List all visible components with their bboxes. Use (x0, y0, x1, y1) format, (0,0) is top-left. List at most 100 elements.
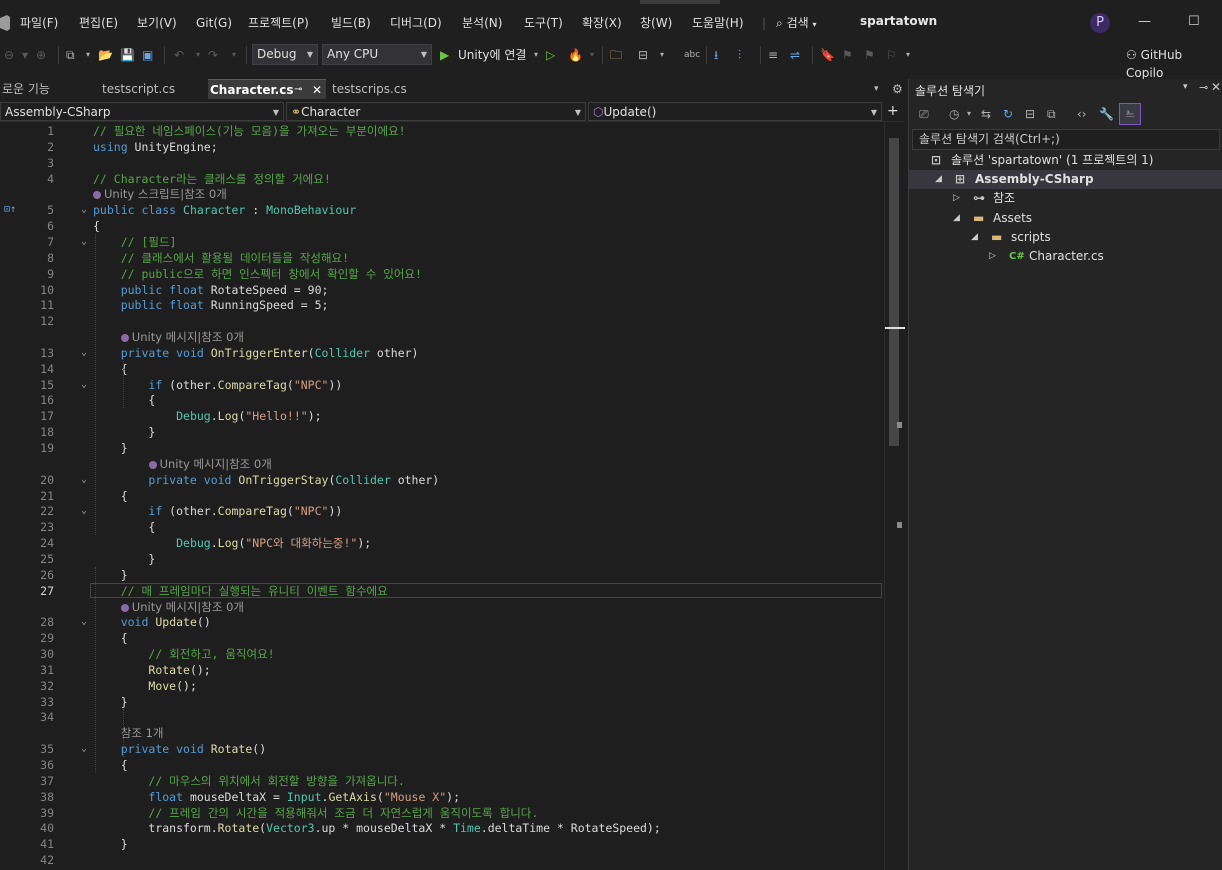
code-line[interactable]: 32 Move(); (0, 678, 884, 694)
fold-toggle-icon[interactable]: ⌄ (81, 234, 87, 250)
expanded-arrow-icon[interactable]: ◢ (935, 170, 942, 189)
codelens-row[interactable]: 참조 1개 (0, 725, 884, 741)
maximize-button[interactable]: ☐ (1188, 14, 1200, 29)
switch-views-icon[interactable]: ⎚ (919, 105, 929, 123)
fold-toggle-icon[interactable]: ⌄ (81, 741, 87, 757)
start-without-debugging-icon[interactable]: ▷ (546, 46, 555, 64)
tree-item[interactable]: ▷ C# Character.cs (909, 247, 1222, 266)
browse-folder-icon[interactable]: 🗀 (610, 46, 622, 64)
back-nav-icon[interactable]: ⊖ (4, 46, 14, 64)
show-all-files-icon[interactable]: ⧉ (1047, 105, 1056, 123)
minimize-button[interactable]: — (1138, 14, 1151, 29)
layout-icon[interactable]: ⊟ (638, 46, 648, 64)
comment-lines-icon[interactable]: ≡ (768, 46, 778, 64)
scrollbar-thumb[interactable] (889, 138, 899, 446)
history-icon[interactable]: ◷ (949, 105, 959, 123)
menu-item[interactable]: 창(W) (640, 14, 672, 32)
pin-icon[interactable]: ⊸ (294, 80, 302, 100)
tab-list-dropdown-icon[interactable]: ▾ (872, 79, 879, 99)
code-line[interactable]: 17 Debug.Log("Hello!!"); (0, 408, 884, 424)
code-line[interactable]: 41 } (0, 836, 884, 852)
code-line[interactable]: 34 (0, 709, 884, 725)
collapsed-arrow-icon[interactable]: ▷ (953, 189, 960, 208)
tree-item[interactable]: ⊡ 솔루션 'spartatown' (1 프로젝트의 1) (909, 151, 1222, 170)
chevron-down-icon[interactable]: ▾ (660, 46, 664, 64)
codelens-text[interactable]: Unity 메시지|참조 0개 (132, 330, 244, 344)
panel-options-icon[interactable]: ▾ (1183, 82, 1188, 92)
close-icon[interactable]: ✕ (312, 80, 322, 100)
close-icon[interactable]: ✕ (1211, 80, 1221, 94)
tree-item[interactable]: ◢ ⊞ Assembly-CSharp (909, 170, 1222, 190)
codelens-row[interactable]: Unity 스크립트|참조 0개 (0, 186, 884, 202)
collapse-all-icon[interactable]: ⊟ (1025, 105, 1035, 123)
menu-item[interactable]: 확장(X) (582, 14, 622, 32)
hot-reload-icon[interactable]: 🔥 (568, 46, 583, 64)
new-project-icon[interactable]: ⧉ (66, 46, 75, 64)
code-line[interactable]: 39 // 프레임 간의 시간을 적용해줘서 조금 더 자연스럽게 움직이도록 … (0, 805, 884, 821)
code-line[interactable]: 35 ⌄ private void Rotate() (0, 741, 884, 757)
breakpoints-icon[interactable]: ⫶ (738, 46, 741, 64)
properties-icon[interactable]: 🔧 (1099, 105, 1114, 123)
code-line[interactable]: 29 { (0, 630, 884, 646)
code-line[interactable]: 12 (0, 313, 884, 329)
fold-toggle-icon[interactable]: ⌄ (81, 614, 87, 630)
expanded-arrow-icon[interactable]: ◢ (953, 209, 960, 228)
next-bookmark-icon[interactable]: ⚑ (864, 46, 875, 64)
code-line[interactable]: 13 ⌄ private void OnTriggerEnter(Collider… (0, 345, 884, 361)
tree-item[interactable]: ◢ ▬ Assets (909, 209, 1222, 228)
code-line[interactable]: 9 // public으로 하면 인스펙터 창에서 확인할 수 있어요! (0, 266, 884, 282)
menu-item[interactable]: 빌드(B) (331, 14, 371, 32)
class-dropdown[interactable]: ⚭Character ▼ (286, 102, 586, 121)
sync-icon[interactable]: ⇆ (981, 105, 991, 123)
menu-item[interactable]: 보기(V) (137, 14, 177, 32)
codelens-row[interactable]: Unity 메시지|참조 0개 (0, 456, 884, 472)
prev-bookmark-icon[interactable]: ⚑ (842, 46, 853, 64)
menu-item[interactable]: 도움말(H) (692, 14, 744, 32)
refresh-icon[interactable]: ↻ (1003, 105, 1013, 123)
tab-new-features[interactable]: 로운 기능 (0, 79, 96, 99)
code-line[interactable]: 3 (0, 155, 884, 171)
code-line[interactable]: 5 ⌄ ⊡↑ public class Character : MonoBehavio… (0, 202, 884, 218)
editor-vertical-scrollbar[interactable] (884, 122, 905, 870)
expanded-arrow-icon[interactable]: ◢ (971, 228, 978, 247)
code-line[interactable]: 23 { (0, 519, 884, 535)
code-line[interactable]: 2 using UnityEngine; (0, 139, 884, 155)
tree-item[interactable]: ◢ ▬ scripts (909, 228, 1222, 247)
step-into-icon[interactable]: ⭳ (714, 46, 718, 64)
fold-toggle-icon[interactable]: ⌄ (81, 503, 87, 519)
code-line[interactable]: 20 ⌄ private void OnTriggerStay(Collider … (0, 472, 884, 488)
code-line[interactable]: 28 ⌄ void Update() (0, 614, 884, 630)
codelens-text[interactable]: 참조 1개 (121, 726, 164, 740)
menu-item[interactable]: 프로젝트(P) (248, 14, 309, 32)
search-button[interactable]: ⌕ 검색 ▾ (776, 14, 817, 32)
chevron-down-icon[interactable]: ▾ (86, 46, 90, 64)
codelens-row[interactable]: Unity 메시지|참조 0개 (0, 329, 884, 345)
tab-character[interactable]: Character.cs ⊸ ✕ (208, 79, 326, 99)
code-line[interactable]: 37 // 마우스의 위치에서 회전할 방향을 가져옵니다. (0, 773, 884, 789)
code-line[interactable]: 22 ⌄ if (other.CompareTag("NPC")) (0, 503, 884, 519)
save-icon[interactable]: 💾 (120, 46, 135, 64)
chevron-down-icon[interactable]: ▾ (196, 46, 200, 64)
platform-dropdown[interactable]: Any CPU ▼ (322, 44, 432, 65)
code-line[interactable]: 7 ⌄ // [필드] (0, 234, 884, 250)
collapsed-arrow-icon[interactable]: ▷ (989, 247, 996, 266)
code-line[interactable]: 15 ⌄ if (other.CompareTag("NPC")) (0, 377, 884, 393)
code-line[interactable]: 25 } (0, 551, 884, 567)
code-line[interactable]: 21 { (0, 488, 884, 504)
project-dropdown[interactable]: Assembly-CSharp ▼ (0, 102, 284, 121)
code-line[interactable]: 30 // 회전하고, 움직여요! (0, 646, 884, 662)
code-line[interactable]: 1 // 필요한 네임스페이스(기능 모음)을 가져오는 부분이에요! (0, 123, 884, 139)
code-line[interactable]: 38 float mouseDeltaX = Input.GetAxis("Mo… (0, 789, 884, 805)
chevron-down-icon[interactable]: ▾ (22, 46, 28, 64)
code-line[interactable]: 40 transform.Rotate(Vector3.up * mouseDe… (0, 820, 884, 836)
github-copilot-button[interactable]: ⚇ GitHub Copilo (1126, 46, 1222, 80)
save-all-icon[interactable]: ▣ (142, 46, 153, 64)
codelens-text[interactable]: Unity 메시지|참조 0개 (132, 600, 244, 614)
code-line[interactable]: 8 // 클래스에서 활용될 데이터들을 작성해요! (0, 250, 884, 266)
chevron-down-icon[interactable]: ▾ (906, 46, 910, 64)
chevron-down-icon[interactable]: ▾ (590, 46, 594, 64)
chevron-down-icon[interactable]: ▾ (534, 46, 538, 64)
code-line[interactable]: 33 } (0, 694, 884, 710)
code-line[interactable]: 10 public float RotateSpeed = 90; (0, 282, 884, 298)
code-line[interactable]: 42 (0, 852, 884, 868)
